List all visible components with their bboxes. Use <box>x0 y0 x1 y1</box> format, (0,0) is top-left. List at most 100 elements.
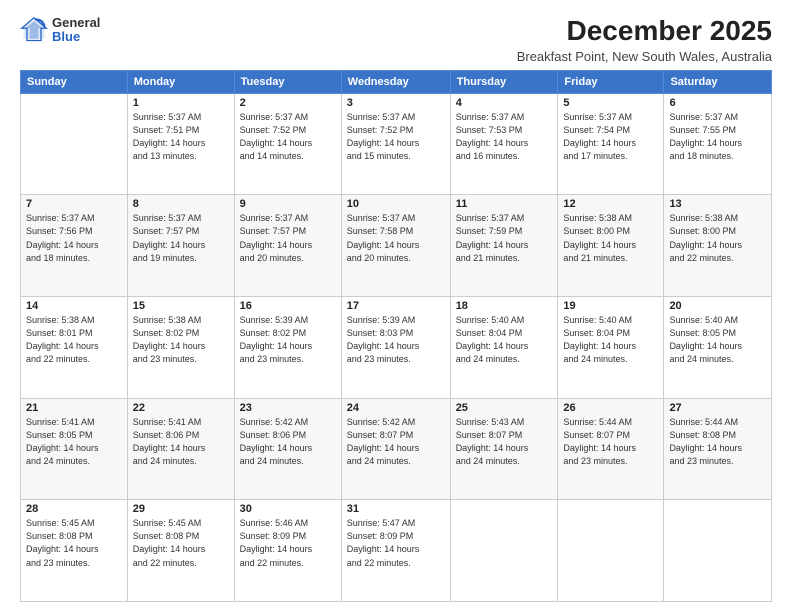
day-number: 6 <box>669 97 766 109</box>
calendar-cell: 19Sunrise: 5:40 AM Sunset: 8:04 PM Dayli… <box>558 297 664 399</box>
day-number: 13 <box>669 198 766 210</box>
calendar-cell: 11 Sunrise: 5:37 AM Sunset: 7:59 PM Dayli… <box>450 195 558 297</box>
calendar-cell: 30 Sunrise: 5:46 AM Sunset: 8:09 PM Dayli… <box>234 500 341 602</box>
day-number: 8 <box>133 198 229 210</box>
subtitle: Breakfast Point, New South Wales, Austra… <box>517 49 772 64</box>
column-header-tuesday: Tuesday <box>234 70 341 93</box>
calendar-cell <box>558 500 664 602</box>
main-title: December 2025 <box>517 16 772 47</box>
day-number: 15 <box>133 300 229 312</box>
column-header-thursday: Thursday <box>450 70 558 93</box>
day-number: 18 <box>456 300 553 312</box>
calendar-cell <box>21 93 128 195</box>
calendar-cell: 17 Sunrise: 5:39 AM Sunset: 8:03 PM Dayli… <box>341 297 450 399</box>
column-header-monday: Monday <box>127 70 234 93</box>
calendar-cell: 14 Sunrise: 5:38 AM Sunset: 8:01 PM Dayli… <box>21 297 128 399</box>
calendar-row: 1 Sunrise: 5:37 AM Sunset: 7:51 PM Daylig… <box>21 93 772 195</box>
logo-general: General <box>52 16 100 30</box>
day-info: Sunrise: 5:38 AM Sunset: 8:00 PM Dayligh… <box>669 212 766 264</box>
day-info: Sunrise: 5:37 AM Sunset: 7:59 PM Dayligh… <box>456 212 553 264</box>
calendar-cell <box>450 500 558 602</box>
day-info: Sunrise: 5:37 AM Sunset: 7:54 PM Dayligh… <box>563 111 658 163</box>
day-number: 21 <box>26 402 122 414</box>
day-info: Sunrise: 5:43 AM Sunset: 8:07 PM Dayligh… <box>456 416 553 468</box>
column-header-saturday: Saturday <box>664 70 772 93</box>
calendar-cell <box>664 500 772 602</box>
logo-icon <box>20 16 48 44</box>
header: General Blue December 2025 Breakfast Poi… <box>20 16 772 64</box>
calendar-cell: 20 Sunrise: 5:40 AM Sunset: 8:05 PM Dayli… <box>664 297 772 399</box>
day-number: 3 <box>347 97 445 109</box>
day-info: Sunrise: 5:39 AM Sunset: 8:03 PM Dayligh… <box>347 314 445 366</box>
day-info: Sunrise: 5:39 AM Sunset: 8:02 PM Dayligh… <box>240 314 336 366</box>
day-number: 17 <box>347 300 445 312</box>
calendar-cell: 15 Sunrise: 5:38 AM Sunset: 8:02 PM Dayli… <box>127 297 234 399</box>
day-number: 9 <box>240 198 336 210</box>
day-info: Sunrise: 5:42 AM Sunset: 8:06 PM Dayligh… <box>240 416 336 468</box>
day-number: 23 <box>240 402 336 414</box>
day-info: Sunrise: 5:47 AM Sunset: 8:09 PM Dayligh… <box>347 517 445 569</box>
column-header-wednesday: Wednesday <box>341 70 450 93</box>
day-info: Sunrise: 5:40 AM Sunset: 8:05 PM Dayligh… <box>669 314 766 366</box>
calendar-cell: 26 Sunrise: 5:44 AM Sunset: 8:07 PM Dayli… <box>558 398 664 500</box>
day-number: 2 <box>240 97 336 109</box>
day-number: 27 <box>669 402 766 414</box>
day-info: Sunrise: 5:37 AM Sunset: 7:57 PM Dayligh… <box>240 212 336 264</box>
day-number: 14 <box>26 300 122 312</box>
day-info: Sunrise: 5:37 AM Sunset: 7:57 PM Dayligh… <box>133 212 229 264</box>
day-number: 11 <box>456 198 553 210</box>
calendar-cell: 7Sunrise: 5:37 AM Sunset: 7:56 PM Daylig… <box>21 195 128 297</box>
calendar-cell: 9 Sunrise: 5:37 AM Sunset: 7:57 PM Daylig… <box>234 195 341 297</box>
day-info: Sunrise: 5:46 AM Sunset: 8:09 PM Dayligh… <box>240 517 336 569</box>
calendar-cell: 6 Sunrise: 5:37 AM Sunset: 7:55 PM Daylig… <box>664 93 772 195</box>
calendar-cell: 27Sunrise: 5:44 AM Sunset: 8:08 PM Dayli… <box>664 398 772 500</box>
day-number: 26 <box>563 402 658 414</box>
day-number: 24 <box>347 402 445 414</box>
logo-blue: Blue <box>52 30 100 44</box>
calendar-cell: 2 Sunrise: 5:37 AM Sunset: 7:52 PM Daylig… <box>234 93 341 195</box>
day-number: 30 <box>240 503 336 515</box>
day-info: Sunrise: 5:37 AM Sunset: 7:52 PM Dayligh… <box>347 111 445 163</box>
calendar-row: 7Sunrise: 5:37 AM Sunset: 7:56 PM Daylig… <box>21 195 772 297</box>
calendar-cell: 24 Sunrise: 5:42 AM Sunset: 8:07 PM Dayli… <box>341 398 450 500</box>
day-number: 31 <box>347 503 445 515</box>
day-info: Sunrise: 5:45 AM Sunset: 8:08 PM Dayligh… <box>133 517 229 569</box>
calendar-cell: 12Sunrise: 5:38 AM Sunset: 8:00 PM Dayli… <box>558 195 664 297</box>
day-number: 16 <box>240 300 336 312</box>
day-info: Sunrise: 5:41 AM Sunset: 8:05 PM Dayligh… <box>26 416 122 468</box>
calendar-cell: 23 Sunrise: 5:42 AM Sunset: 8:06 PM Dayli… <box>234 398 341 500</box>
day-info: Sunrise: 5:37 AM Sunset: 7:52 PM Dayligh… <box>240 111 336 163</box>
day-number: 29 <box>133 503 229 515</box>
calendar-cell: 13 Sunrise: 5:38 AM Sunset: 8:00 PM Dayli… <box>664 195 772 297</box>
day-number: 1 <box>133 97 229 109</box>
calendar-cell: 4Sunrise: 5:37 AM Sunset: 7:53 PM Daylig… <box>450 93 558 195</box>
day-number: 5 <box>563 97 658 109</box>
day-info: Sunrise: 5:37 AM Sunset: 7:58 PM Dayligh… <box>347 212 445 264</box>
calendar-cell: 18Sunrise: 5:40 AM Sunset: 8:04 PM Dayli… <box>450 297 558 399</box>
day-number: 4 <box>456 97 553 109</box>
calendar-cell: 31 Sunrise: 5:47 AM Sunset: 8:09 PM Dayli… <box>341 500 450 602</box>
day-info: Sunrise: 5:38 AM Sunset: 8:01 PM Dayligh… <box>26 314 122 366</box>
column-header-sunday: Sunday <box>21 70 128 93</box>
calendar-cell: 3 Sunrise: 5:37 AM Sunset: 7:52 PM Daylig… <box>341 93 450 195</box>
day-info: Sunrise: 5:38 AM Sunset: 8:00 PM Dayligh… <box>563 212 658 264</box>
day-number: 20 <box>669 300 766 312</box>
column-header-friday: Friday <box>558 70 664 93</box>
calendar-cell: 25Sunrise: 5:43 AM Sunset: 8:07 PM Dayli… <box>450 398 558 500</box>
day-number: 28 <box>26 503 122 515</box>
day-info: Sunrise: 5:37 AM Sunset: 7:51 PM Dayligh… <box>133 111 229 163</box>
calendar-row: 21 Sunrise: 5:41 AM Sunset: 8:05 PM Dayli… <box>21 398 772 500</box>
logo: General Blue <box>20 16 100 45</box>
day-info: Sunrise: 5:44 AM Sunset: 8:07 PM Dayligh… <box>563 416 658 468</box>
day-info: Sunrise: 5:42 AM Sunset: 8:07 PM Dayligh… <box>347 416 445 468</box>
calendar-row: 28 Sunrise: 5:45 AM Sunset: 8:08 PM Dayli… <box>21 500 772 602</box>
day-info: Sunrise: 5:38 AM Sunset: 8:02 PM Dayligh… <box>133 314 229 366</box>
day-info: Sunrise: 5:37 AM Sunset: 7:55 PM Dayligh… <box>669 111 766 163</box>
calendar-cell: 5 Sunrise: 5:37 AM Sunset: 7:54 PM Daylig… <box>558 93 664 195</box>
day-number: 7 <box>26 198 122 210</box>
calendar-cell: 10 Sunrise: 5:37 AM Sunset: 7:58 PM Dayli… <box>341 195 450 297</box>
calendar-cell: 29 Sunrise: 5:45 AM Sunset: 8:08 PM Dayli… <box>127 500 234 602</box>
title-block: December 2025 Breakfast Point, New South… <box>517 16 772 64</box>
day-number: 10 <box>347 198 445 210</box>
day-info: Sunrise: 5:40 AM Sunset: 8:04 PM Dayligh… <box>563 314 658 366</box>
